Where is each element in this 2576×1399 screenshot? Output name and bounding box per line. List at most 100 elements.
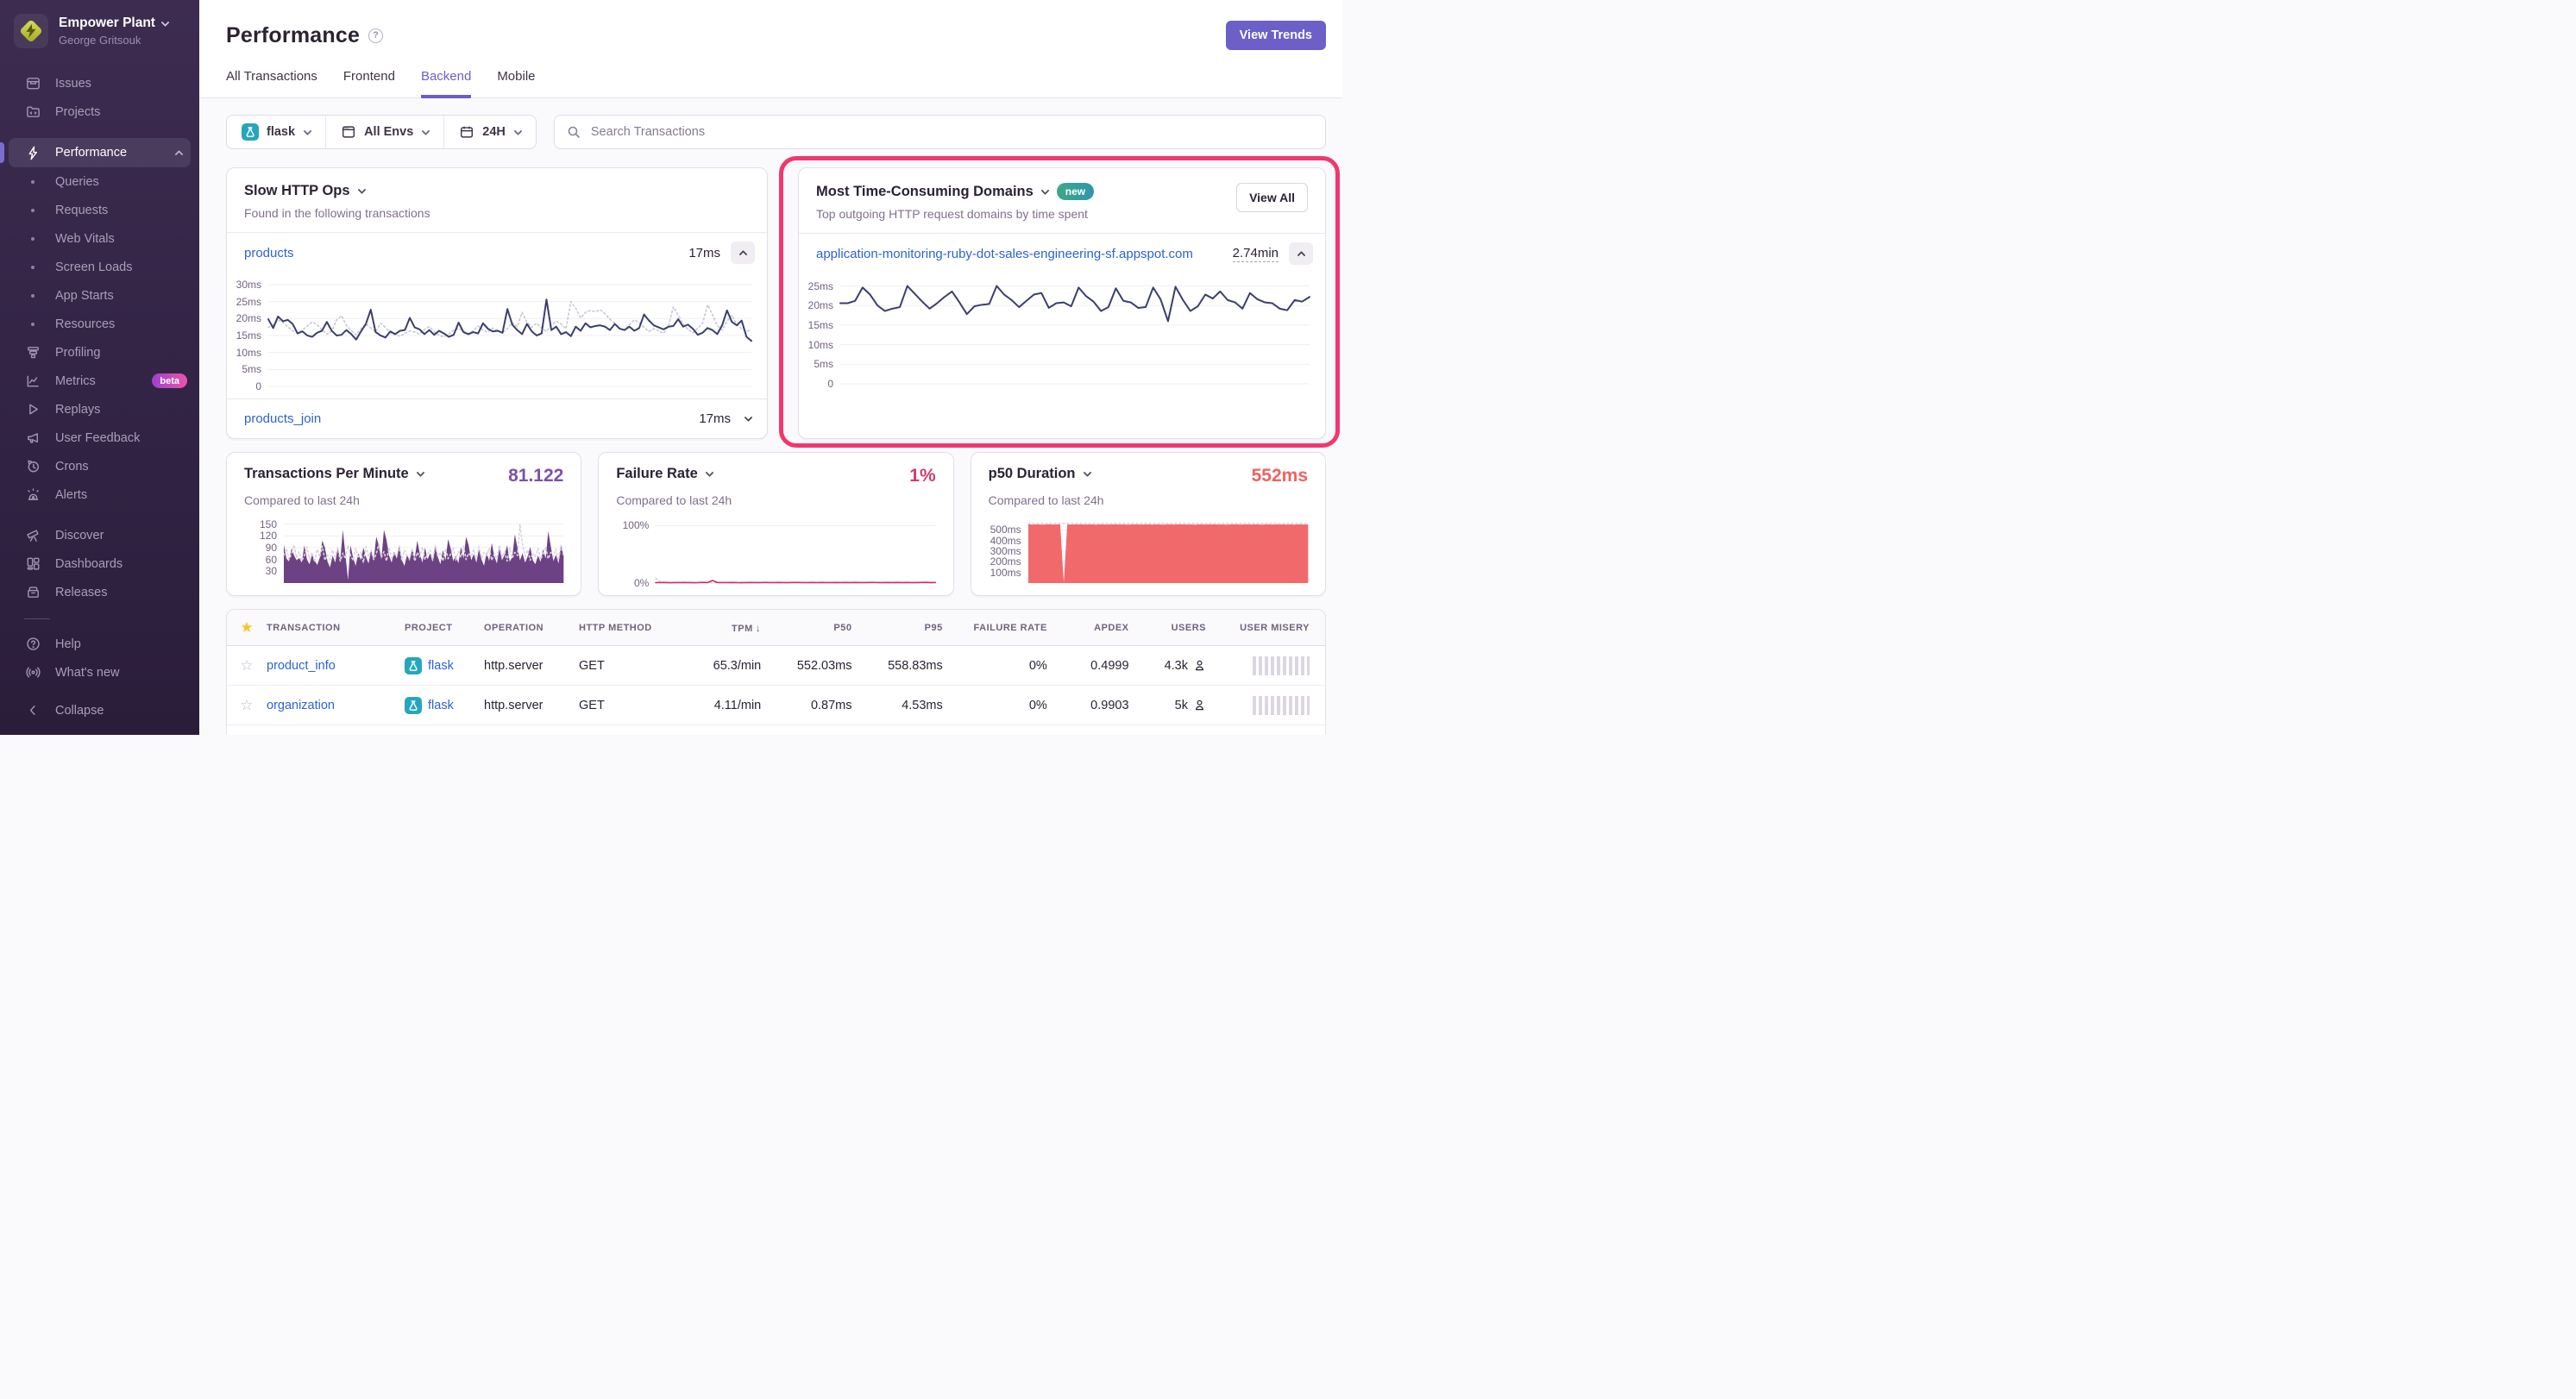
sidebar-item-label: Help xyxy=(55,637,81,651)
environment-filter[interactable]: All Envs xyxy=(325,116,443,148)
org-switcher[interactable]: Empower Plant George Gritsouk xyxy=(0,0,199,57)
sidebar-item-help[interactable]: Help xyxy=(0,630,199,658)
project-link[interactable]: flask xyxy=(428,699,454,712)
collapse-row-button[interactable] xyxy=(731,242,755,264)
table-row-partial xyxy=(227,725,1325,735)
sidebar-item-discover[interactable]: Discover xyxy=(0,521,199,549)
card-subtitle: Found in the following transactions xyxy=(244,206,750,220)
sidebar-item-label: User Feedback xyxy=(55,431,140,445)
sidebar-item-performance[interactable]: Performance xyxy=(9,138,191,167)
column-header-user-misery[interactable]: USER MISERY xyxy=(1222,623,1325,633)
y-axis: 100%0% xyxy=(616,521,656,583)
chevron-down-icon[interactable] xyxy=(416,468,424,477)
sidebar-item-app-starts[interactable]: App Starts xyxy=(0,281,199,310)
sidebar-nav: IssuesProjects PerformanceQueriesRequests… xyxy=(0,69,199,687)
projects-icon xyxy=(24,104,41,121)
y-axis: 150120906030 xyxy=(244,521,284,583)
org-logo-icon xyxy=(14,14,48,48)
help-circle-icon[interactable]: ? xyxy=(368,28,383,43)
tab-all-transactions[interactable]: All Transactions xyxy=(226,69,317,98)
sidebar-item-metrics[interactable]: Metricsbeta xyxy=(0,367,199,395)
failure-rate-card: Failure Rate 1% Compared to last 24h 100… xyxy=(598,452,953,596)
expand-row-button[interactable] xyxy=(741,416,755,422)
favorite-star-icon[interactable]: ★ xyxy=(240,619,253,637)
column-header-failure-rate[interactable]: FAILURE RATE xyxy=(958,623,1063,633)
y-tick-label: 90 xyxy=(266,542,277,554)
sidebar-item-requests[interactable]: Requests xyxy=(0,196,199,224)
apdex-cell: 0.4999 xyxy=(1063,659,1145,673)
sidebar-item-label: Screen Loads xyxy=(55,260,132,274)
sidebar-item-what-s-new[interactable]: What's new xyxy=(0,658,199,687)
http-method-cell: GET xyxy=(579,659,686,673)
column-header-project[interactable]: PROJECT xyxy=(405,623,484,633)
transaction-link[interactable]: product_info xyxy=(267,659,336,673)
column-header-p50[interactable]: P50 xyxy=(776,623,867,633)
transaction-link[interactable]: products_join xyxy=(244,411,321,426)
domain-link[interactable]: application-monitoring-ruby-dot-sales-en… xyxy=(816,247,1193,261)
card-title: Failure Rate xyxy=(616,466,697,482)
column-header-http-method[interactable]: HTTP METHOD xyxy=(579,623,686,633)
sidebar-item-dashboards[interactable]: Dashboards xyxy=(0,549,199,578)
project-filter[interactable]: flask xyxy=(227,116,325,148)
favorite-star-icon[interactable]: ☆ xyxy=(240,697,253,714)
tab-mobile[interactable]: Mobile xyxy=(497,69,535,98)
search-input[interactable] xyxy=(589,124,1313,140)
sidebar-item-crons[interactable]: Crons xyxy=(0,452,199,480)
date-range-filter[interactable]: 24H xyxy=(443,116,536,148)
transaction-link[interactable]: organization xyxy=(267,699,335,712)
main-area: Performance ? View Trends All Transactio… xyxy=(199,0,1342,735)
column-header-operation[interactable]: OPERATION xyxy=(484,623,579,633)
sidebar-item-screen-loads[interactable]: Screen Loads xyxy=(0,253,199,281)
sidebar-item-user-feedback[interactable]: User Feedback xyxy=(0,423,199,452)
sidebar-item-profiling[interactable]: Profiling xyxy=(0,338,199,367)
column-header-transaction[interactable]: TRANSACTION xyxy=(267,623,405,633)
sidebar-item-alerts[interactable]: Alerts xyxy=(0,480,199,509)
sidebar-item-projects[interactable]: Projects xyxy=(0,97,199,126)
chevron-down-icon[interactable] xyxy=(1083,468,1091,477)
chevron-down-icon xyxy=(304,127,312,135)
y-tick-label: 15ms xyxy=(808,319,833,331)
column-header-p95[interactable]: P95 xyxy=(868,623,958,633)
window-icon xyxy=(341,124,356,140)
date-range-label: 24H xyxy=(482,125,506,139)
sidebar-item-label: Crons xyxy=(55,460,89,474)
app-window: Empower Plant George Gritsouk IssuesProj… xyxy=(0,0,1342,735)
favorite-star-icon[interactable]: ☆ xyxy=(240,657,253,674)
transaction-link[interactable]: products xyxy=(244,246,294,260)
project-link[interactable]: flask xyxy=(428,659,454,673)
sidebar-item-resources[interactable]: Resources xyxy=(0,310,199,338)
chevron-down-icon[interactable] xyxy=(705,468,713,477)
sidebar-item-collapse[interactable]: Collapse xyxy=(0,696,199,725)
whatsnew-icon xyxy=(24,664,41,681)
bullet-icon xyxy=(24,294,41,298)
chevron-down-icon[interactable] xyxy=(1040,186,1049,195)
bullet-icon xyxy=(24,237,41,241)
crons-icon xyxy=(24,458,41,475)
chevron-down-icon[interactable] xyxy=(357,185,366,194)
sidebar-item-releases[interactable]: Releases xyxy=(0,578,199,606)
sidebar-item-label: Alerts xyxy=(55,488,87,502)
sidebar-item-web-vitals[interactable]: Web Vitals xyxy=(0,224,199,253)
performance-icon xyxy=(24,144,41,161)
column-header-apdex[interactable]: APDEX xyxy=(1063,623,1145,633)
view-all-button[interactable]: View All xyxy=(1236,183,1308,212)
p95-cell: 558.83ms xyxy=(868,659,958,673)
tab-backend[interactable]: Backend xyxy=(421,69,471,98)
project-filter-label: flask xyxy=(267,125,295,139)
tab-frontend[interactable]: Frontend xyxy=(343,69,395,98)
plot-area xyxy=(840,282,1310,384)
failure-rate-value: 1% xyxy=(909,466,935,486)
sidebar-item-issues[interactable]: Issues xyxy=(0,69,199,97)
sidebar-divider xyxy=(24,618,50,619)
y-tick-label: 25ms xyxy=(808,280,833,292)
transaction-duration: 17ms xyxy=(699,411,731,426)
collapse-row-button[interactable] xyxy=(1289,242,1313,265)
view-trends-button[interactable]: View Trends xyxy=(1226,21,1326,50)
apdex-cell: 0.9903 xyxy=(1063,699,1145,712)
sidebar-item-replays[interactable]: Replays xyxy=(0,395,199,423)
sidebar-item-label: Profiling xyxy=(55,346,100,360)
chevron-down-icon xyxy=(161,18,170,27)
column-header-tpm[interactable]: TPM↓ xyxy=(686,622,776,634)
column-header-users[interactable]: USERS xyxy=(1145,623,1222,633)
sidebar-item-queries[interactable]: Queries xyxy=(0,167,199,196)
